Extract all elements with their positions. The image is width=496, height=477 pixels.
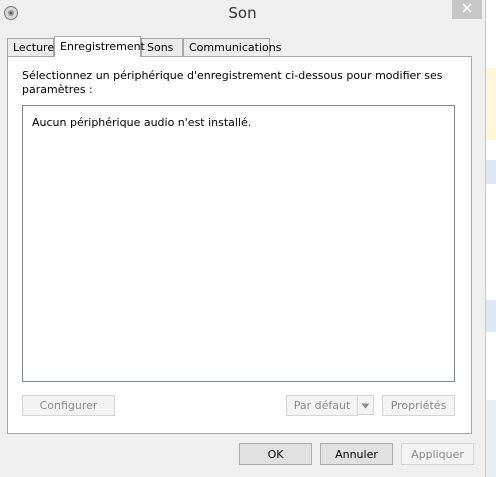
tab-sons[interactable]: Sons (141, 38, 183, 56)
tab-lecture[interactable]: Lecture (7, 38, 54, 56)
background-window (486, 0, 496, 477)
properties-button[interactable]: Propriétés (382, 395, 455, 416)
window-title: Son (228, 4, 257, 22)
configure-button[interactable]: Configurer (22, 395, 115, 416)
properties-label: Propriétés (390, 399, 447, 412)
device-list[interactable]: Aucun périphérique audio n'est installé. (22, 105, 455, 382)
tab-label: Enregistrement (60, 40, 145, 53)
chevron-down-icon (361, 399, 370, 412)
recording-panel: Sélectionnez un périphérique d'enregistr… (7, 56, 472, 434)
apply-button[interactable]: Appliquer (401, 443, 474, 465)
tab-label: Lecture (13, 41, 55, 54)
background-row (486, 300, 496, 332)
close-icon (462, 3, 472, 16)
cancel-label: Annuler (335, 447, 378, 461)
background-row (486, 160, 496, 184)
background-row (486, 400, 496, 477)
close-button[interactable] (452, 0, 482, 19)
tab-label: Communications (189, 41, 282, 54)
tab-label: Sons (147, 41, 174, 54)
sound-dialog: Son Lecture Enregistrement Sons Communic… (0, 0, 486, 477)
instruction-text: Sélectionnez un périphérique d'enregistr… (22, 69, 443, 96)
empty-device-message: Aucun périphérique audio n'est installé. (32, 116, 252, 129)
set-default-dropdown[interactable] (357, 395, 374, 415)
ok-label: OK (267, 447, 284, 461)
cancel-button[interactable]: Annuler (320, 443, 393, 465)
configure-label: Configurer (39, 399, 98, 412)
tab-communications[interactable]: Communications (183, 38, 281, 56)
tab-enregistrement[interactable]: Enregistrement (54, 36, 145, 57)
title-bar[interactable]: Son (0, 0, 485, 30)
apply-label: Appliquer (411, 447, 464, 461)
set-default-label: Par défaut (293, 399, 351, 412)
background-highlight (486, 68, 496, 140)
set-default-button[interactable]: Par défaut (286, 395, 358, 416)
ok-button[interactable]: OK (239, 443, 312, 465)
